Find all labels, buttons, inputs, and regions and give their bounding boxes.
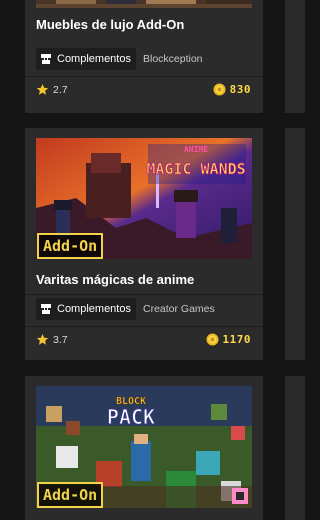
product-card-muebles[interactable]: Muebles de lujo Add-On Complementos Bloc…: [25, 0, 263, 113]
addon-puzzle-icon: [39, 302, 53, 316]
price-value: 830: [229, 83, 251, 96]
category-label: Complementos: [57, 303, 131, 315]
art-title-large: MAGIC WANDS: [146, 160, 245, 178]
card-divider: [25, 326, 263, 327]
rating: 2.7: [36, 83, 68, 96]
product-thumbnail[interactable]: [36, 0, 252, 8]
creator-name[interactable]: Blockception: [143, 53, 203, 65]
rating-value: 3.7: [53, 333, 68, 346]
addon-puzzle-icon: [39, 52, 53, 66]
creator-name[interactable]: Creator Games: [143, 303, 215, 315]
category-chip[interactable]: Complementos: [36, 48, 136, 70]
product-title[interactable]: Muebles de lujo Add-On: [36, 17, 184, 32]
art-title-large: PACK: [107, 405, 155, 429]
addon-badge: Add-On: [37, 482, 104, 508]
next-card-partial[interactable]: [285, 128, 305, 360]
next-card-partial[interactable]: [285, 0, 305, 113]
product-title[interactable]: Varitas mágicas de anime: [36, 272, 194, 287]
minecoin-icon: [205, 333, 219, 346]
product-thumbnail[interactable]: BLOCK PACK Add-On: [36, 386, 252, 508]
category-row: Complementos Blockception: [36, 47, 203, 71]
art-title-small: ANIME: [184, 145, 208, 154]
minecoin-icon: [213, 83, 226, 96]
product-card-varitas[interactable]: ANIME MAGIC WANDS Add-On Varitas mágicas…: [25, 128, 263, 360]
thumbnail-art: [36, 0, 252, 8]
category-label: Complementos: [57, 53, 131, 65]
price: 830: [213, 83, 251, 96]
next-card-partial[interactable]: [285, 376, 305, 520]
star-icon: [36, 84, 49, 95]
addon-badge: Add-On: [37, 233, 104, 259]
category-chip[interactable]: Complementos: [36, 298, 136, 320]
category-row: Complementos Creator Games: [36, 297, 215, 321]
price-value: 1170: [222, 333, 251, 346]
rating-value: 2.7: [53, 83, 68, 96]
product-card-block-pack[interactable]: BLOCK PACK Add-On: [25, 376, 263, 520]
card-divider: [25, 76, 263, 77]
card-divider: [25, 294, 263, 295]
star-icon: [36, 334, 49, 345]
price: 1170: [205, 333, 252, 346]
rating: 3.7: [36, 333, 68, 346]
product-thumbnail[interactable]: ANIME MAGIC WANDS Add-On: [36, 138, 252, 259]
